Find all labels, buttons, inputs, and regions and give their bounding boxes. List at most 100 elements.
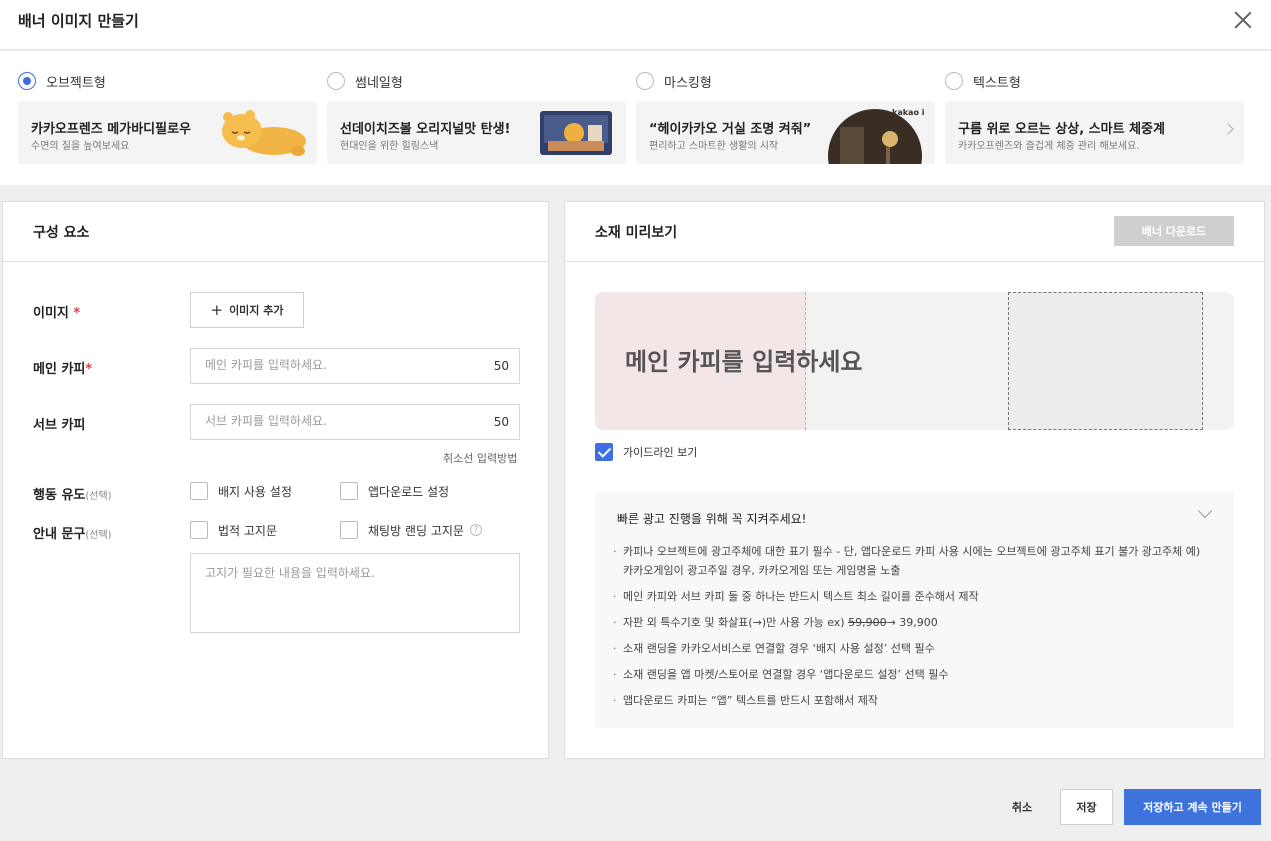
- legal-notice-checkbox[interactable]: [190, 521, 208, 539]
- legal-notice-option[interactable]: 법적 고지문: [190, 521, 277, 539]
- preview-image-placeholder: [1008, 292, 1203, 430]
- card-subtitle: 수면의 질을 높여보세요: [31, 141, 130, 152]
- optional-mark: (선택): [85, 530, 112, 541]
- components-panel: 구성 요소 이미지 * + 이미지 추가 메인 카피* 50 서브 카피 50 …: [2, 201, 549, 759]
- strikethrough-help-link[interactable]: 취소선 입력방법: [443, 450, 517, 466]
- radio-text[interactable]: [945, 72, 963, 90]
- card-subtitle: 카카오프렌즈와 즐겁게 체중 관리 해보세요.: [958, 141, 1140, 152]
- guideline-checkbox[interactable]: [595, 443, 613, 461]
- type-label: 오브젝트형: [46, 75, 106, 91]
- sub-copy-field[interactable]: 50: [190, 404, 520, 440]
- card-title: 선데이치즈볼 오리지널맛 탄생!: [340, 122, 511, 137]
- card-title: “헤이카카오 거실 조명 켜줘”: [649, 122, 812, 137]
- chatroom-notice-checkbox[interactable]: [340, 521, 358, 539]
- preview-panel-title: 소재 미리보기: [595, 225, 678, 241]
- type-card-masking[interactable]: “헤이카카오 거실 조명 켜줘” 편리하고 스마트한 생활의 시작 kakao …: [636, 101, 935, 164]
- guideline-item: 메인 카피와 서브 카피 둘 중 하나는 반드시 텍스트 최소 길이를 준수해서…: [613, 587, 1213, 606]
- chevron-down-icon[interactable]: [1197, 503, 1213, 519]
- card-subtitle: 편리하고 스마트한 생활의 시작: [649, 141, 779, 152]
- guideline-list: 카피나 오브젝트에 광고주체에 대한 표기 필수 - 단, 앱다운로드 카피 사…: [613, 542, 1213, 717]
- modal-header: 배너 이미지 만들기: [0, 0, 1271, 50]
- chatroom-notice-option[interactable]: 채팅방 랜딩 고지문 ?: [340, 521, 482, 539]
- guideline-special-prefix: 자판 외 특수기호 및 화살표(→)만 사용 가능 ex): [623, 616, 849, 629]
- main-copy-field[interactable]: 50: [190, 348, 520, 384]
- type-card-object[interactable]: 카카오프렌즈 메가바디필로우 수면의 질을 높여보세요: [18, 101, 317, 164]
- card-subtitle: 현대인을 위한 힐링스낵: [340, 141, 439, 152]
- app-download-label: 앱다운로드 설정: [368, 484, 450, 499]
- banner-type-selector: 오브젝트형 썸네일형 마스킹형 텍스트형 카카오프렌즈 메가바디필로우 수면의 …: [0, 51, 1271, 185]
- close-icon[interactable]: [1233, 10, 1253, 30]
- optional-mark: (선택): [85, 491, 112, 502]
- preview-panel-header: 소재 미리보기 배너 다운로드: [565, 202, 1264, 262]
- guideline-item: 소재 랜딩을 앱 마켓/스토어로 연결할 경우 ‘앱다운로드 설정’ 선택 필수: [613, 665, 1213, 684]
- notice-label-text: 안내 문구: [33, 527, 86, 542]
- notice-textarea-field[interactable]: [190, 553, 520, 633]
- plus-icon: +: [210, 301, 224, 319]
- guideline-strike-price: 59,900: [848, 616, 887, 629]
- cancel-button[interactable]: 취소: [995, 789, 1049, 825]
- save-button[interactable]: 저장: [1060, 789, 1113, 825]
- add-image-button[interactable]: + 이미지 추가: [190, 292, 304, 328]
- guideline-item: 소재 랜딩을 카카오서비스로 연결할 경우 ‘배지 사용 설정’ 선택 필수: [613, 639, 1213, 658]
- call-to-action-label-text: 행동 유도: [33, 488, 86, 503]
- type-option-thumbnail[interactable]: 썸네일형: [327, 71, 403, 91]
- banner-preview: 메인 카피를 입력하세요: [595, 292, 1234, 430]
- masked-lamp-image: [828, 109, 922, 164]
- snack-thumbnail-image: [540, 111, 612, 155]
- radio-masking[interactable]: [636, 72, 654, 90]
- card-title: 구름 위로 오르는 상상, 스마트 체중계: [958, 122, 1165, 137]
- legal-notice-label: 법적 고지문: [218, 523, 278, 538]
- main-copy-label: 메인 카피*: [33, 358, 92, 377]
- preview-main-copy: 메인 카피를 입력하세요: [625, 348, 863, 376]
- call-to-action-label: 행동 유도(선택): [33, 484, 112, 503]
- type-option-text[interactable]: 텍스트형: [945, 71, 1021, 91]
- type-option-object[interactable]: 오브젝트형: [18, 71, 106, 91]
- badge-setting-label: 배지 사용 설정: [218, 484, 292, 499]
- components-panel-header: 구성 요소: [3, 202, 548, 262]
- guideline-item: 카피나 오브젝트에 광고주체에 대한 표기 필수 - 단, 앱다운로드 카피 사…: [613, 542, 1213, 580]
- card-title: 카카오프렌즈 메가바디필로우: [31, 122, 192, 137]
- main-copy-input[interactable]: [205, 358, 475, 372]
- guideline-special-suffix: → 39,900: [886, 616, 938, 629]
- lion-pillow-image: [222, 110, 306, 156]
- required-mark: *: [73, 306, 81, 321]
- kakao-i-logo: kakao i: [892, 108, 925, 117]
- guideline-toggle-label: 가이드라인 보기: [623, 446, 698, 459]
- notice-textarea[interactable]: [205, 564, 505, 624]
- badge-setting-checkbox[interactable]: [190, 482, 208, 500]
- type-card-text[interactable]: 구름 위로 오르는 상상, 스마트 체중계 카카오프렌즈와 즐겁게 체중 관리 …: [945, 101, 1244, 164]
- type-card-thumbnail[interactable]: 선데이치즈볼 오리지널맛 탄생! 현대인을 위한 힐링스낵: [327, 101, 626, 164]
- image-label: 이미지 *: [33, 302, 80, 321]
- main-copy-counter: 50: [493, 359, 509, 373]
- modal-title: 배너 이미지 만들기: [18, 12, 139, 30]
- badge-setting-option[interactable]: 배지 사용 설정: [190, 482, 292, 500]
- radio-thumbnail[interactable]: [327, 72, 345, 90]
- guideline-item: 자판 외 특수기호 및 화살표(→)만 사용 가능 ex) 59,900→ 39…: [613, 613, 1213, 632]
- radio-object[interactable]: [18, 72, 36, 90]
- preview-panel: 소재 미리보기 배너 다운로드 메인 카피를 입력하세요 가이드라인 보기 빠른…: [564, 201, 1265, 759]
- app-download-option[interactable]: 앱다운로드 설정: [340, 482, 449, 500]
- type-label: 텍스트형: [973, 75, 1021, 91]
- chevron-right-icon[interactable]: [1222, 123, 1234, 135]
- help-icon[interactable]: ?: [469, 524, 482, 536]
- type-label: 마스킹형: [664, 75, 712, 91]
- save-and-continue-button[interactable]: 저장하고 계속 만들기: [1124, 789, 1261, 825]
- guideline-box: 빠른 광고 진행을 위해 꼭 지켜주세요! 카피나 오브젝트에 광고주체에 대한…: [595, 492, 1234, 728]
- add-image-label: 이미지 추가: [229, 304, 284, 317]
- app-download-checkbox[interactable]: [340, 482, 358, 500]
- sub-copy-label: 서브 카피: [33, 418, 86, 433]
- guideline-toggle[interactable]: 가이드라인 보기: [595, 443, 697, 461]
- sub-copy-counter: 50: [493, 415, 509, 429]
- guideline-title: 빠른 광고 진행을 위해 꼭 지켜주세요!: [617, 512, 807, 526]
- notice-label: 안내 문구(선택): [33, 523, 112, 542]
- image-label-text: 이미지: [33, 306, 69, 321]
- components-panel-title: 구성 요소: [33, 225, 90, 241]
- required-mark: *: [85, 362, 93, 377]
- guideline-item: 앱다운로드 카피는 “앱” 텍스트를 반드시 포함해서 제작: [613, 691, 1213, 710]
- chatroom-notice-label: 채팅방 랜딩 고지문: [368, 523, 464, 538]
- type-option-masking[interactable]: 마스킹형: [636, 71, 712, 91]
- type-label: 썸네일형: [355, 75, 403, 91]
- banner-download-button[interactable]: 배너 다운로드: [1114, 216, 1234, 246]
- sub-copy-input[interactable]: [205, 414, 475, 428]
- main-copy-label-text: 메인 카피: [33, 362, 86, 377]
